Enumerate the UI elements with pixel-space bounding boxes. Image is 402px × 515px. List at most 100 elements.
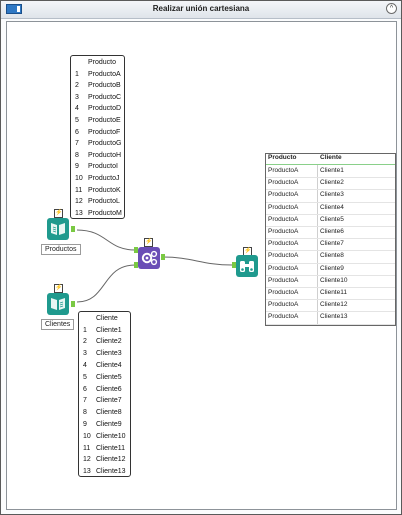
row-number: 5 xyxy=(75,117,79,124)
clientes-input-tool[interactable] xyxy=(47,293,69,315)
cell-value: ProductoD xyxy=(88,105,122,113)
row-number: 12 xyxy=(83,456,91,464)
row-number: 13 xyxy=(83,468,91,476)
cell-value: ProductoH xyxy=(88,151,122,159)
connection-clientes-join xyxy=(76,264,136,303)
row-number: 11 xyxy=(83,444,91,452)
bolt-icon: ⚡ xyxy=(54,284,63,293)
cell-cliente: Cliente11 xyxy=(320,289,347,296)
row-number: 1 xyxy=(75,70,79,78)
row-number: 4 xyxy=(83,362,87,369)
collapse-button[interactable]: ^ xyxy=(386,3,397,14)
cell-value: ProductoE xyxy=(88,117,121,124)
table-header-row: Producto Cliente xyxy=(266,154,395,165)
column-header-cliente: Cliente xyxy=(320,154,342,161)
row-number: 1 xyxy=(83,326,87,334)
connection-join-browse xyxy=(162,256,233,266)
cell-value: Cliente13 xyxy=(96,468,126,476)
browse-tool[interactable] xyxy=(236,255,258,277)
table-row: ProductoA Cliente12 xyxy=(266,299,395,313)
book-icon xyxy=(51,223,65,235)
column-header: Cliente xyxy=(96,315,118,322)
bolt-icon: ⚡ xyxy=(54,209,63,218)
cell-value: ProductoK xyxy=(88,186,121,194)
cell-producto: ProductoA xyxy=(268,203,299,211)
cell-cliente: Cliente3 xyxy=(320,191,344,199)
column-header: Producto xyxy=(88,59,117,66)
cell-value: ProductoG xyxy=(88,140,122,148)
cell-value: Cliente4 xyxy=(96,362,122,369)
cell-value: Cliente6 xyxy=(96,385,122,393)
productos-preview-table: Producto 1 ProductoA 2 ProductoB 3 ProductoC 4… xyxy=(70,55,125,219)
output-anchor[interactable] xyxy=(71,301,75,307)
cell-cliente: Cliente9 xyxy=(320,264,344,272)
cell-value: Cliente11 xyxy=(96,444,126,452)
cell-value: Cliente5 xyxy=(96,373,122,381)
table-row: ProductoA Cliente4 xyxy=(266,202,395,215)
cell-cliente: Cliente8 xyxy=(320,252,344,260)
table-row: ProductoA Cliente8 xyxy=(266,250,395,264)
cell-producto: ProductoA xyxy=(268,301,299,309)
append-fields-tool[interactable] xyxy=(138,247,160,269)
output-anchor[interactable] xyxy=(71,226,75,232)
productos-tool-label: Productos xyxy=(41,244,81,255)
binoculars-icon xyxy=(240,261,254,272)
cell-value: Cliente2 xyxy=(96,338,122,346)
cell-value: ProductoC xyxy=(88,93,122,101)
cell-producto: ProductoA xyxy=(268,179,299,187)
row-number: 7 xyxy=(83,397,87,405)
cell-producto: ProductoA xyxy=(268,276,299,284)
cell-value: Cliente9 xyxy=(96,421,122,428)
workflow-window: Realizar unión cartesiana ^ Producto 1 Pr… xyxy=(0,0,402,515)
bolt-icon: ⚡ xyxy=(144,238,153,247)
row-number: 13 xyxy=(75,209,83,217)
table-row: ProductoA Cliente5 xyxy=(266,214,395,227)
cell-value: Cliente10 xyxy=(96,432,126,440)
cell-value: Cliente1 xyxy=(96,326,122,334)
table-row: ProductoA Cliente3 xyxy=(266,189,395,203)
productos-input-tool[interactable] xyxy=(47,218,69,240)
row-number: 3 xyxy=(83,350,87,358)
cell-value: Cliente12 xyxy=(96,456,126,464)
table-row: ProductoA Cliente13 xyxy=(266,311,395,325)
cell-cliente: Cliente7 xyxy=(320,240,344,248)
row-number: 5 xyxy=(83,373,87,381)
table-row: ProductoA Cliente2 xyxy=(266,177,395,191)
cell-value: ProductoJ xyxy=(88,175,120,182)
row-number: 4 xyxy=(75,105,79,113)
cell-cliente: Cliente6 xyxy=(320,228,344,235)
row-number: 8 xyxy=(75,151,79,159)
book-icon xyxy=(51,298,65,310)
cell-value: ProductoM xyxy=(88,209,122,217)
gear-icon xyxy=(141,250,158,266)
output-anchor[interactable] xyxy=(161,254,165,260)
cell-value: Cliente3 xyxy=(96,350,122,358)
cell-cliente: Cliente5 xyxy=(320,215,344,223)
table-row: ProductoA Cliente7 xyxy=(266,238,395,252)
row-number: 3 xyxy=(75,93,79,101)
cell-cliente: Cliente4 xyxy=(320,203,344,211)
cell-producto: ProductoA xyxy=(268,252,299,260)
connection-productos-join xyxy=(76,229,136,251)
cell-producto: ProductoA xyxy=(268,228,299,235)
row-number: 10 xyxy=(75,175,83,182)
window-title: Realizar unión cartesiana xyxy=(152,4,250,13)
cell-cliente: Cliente12 xyxy=(320,301,348,309)
row-number: 12 xyxy=(75,198,83,206)
cell-producto: ProductoA xyxy=(268,167,299,174)
clientes-preview-table: Cliente 1 Cliente1 2 Cliente2 3 Cliente3 4 Clie… xyxy=(78,311,131,477)
cell-producto: ProductoA xyxy=(268,240,299,248)
cell-value: ProductoI xyxy=(88,163,118,171)
cell-cliente: Cliente10 xyxy=(320,276,348,284)
cell-producto: ProductoA xyxy=(268,313,299,321)
cell-producto: ProductoA xyxy=(268,264,299,272)
row-number: 8 xyxy=(83,409,87,417)
workflow-canvas[interactable]: Producto 1 ProductoA 2 ProductoB 3 ProductoC 4… xyxy=(6,21,397,510)
cell-value: Cliente7 xyxy=(96,397,122,405)
row-number: 7 xyxy=(75,140,79,148)
cell-producto: ProductoA xyxy=(268,191,299,199)
cell-producto: ProductoA xyxy=(268,215,299,223)
row-number: 9 xyxy=(83,421,87,428)
cell-cliente: Cliente2 xyxy=(320,179,344,187)
cell-value: ProductoF xyxy=(88,128,121,136)
